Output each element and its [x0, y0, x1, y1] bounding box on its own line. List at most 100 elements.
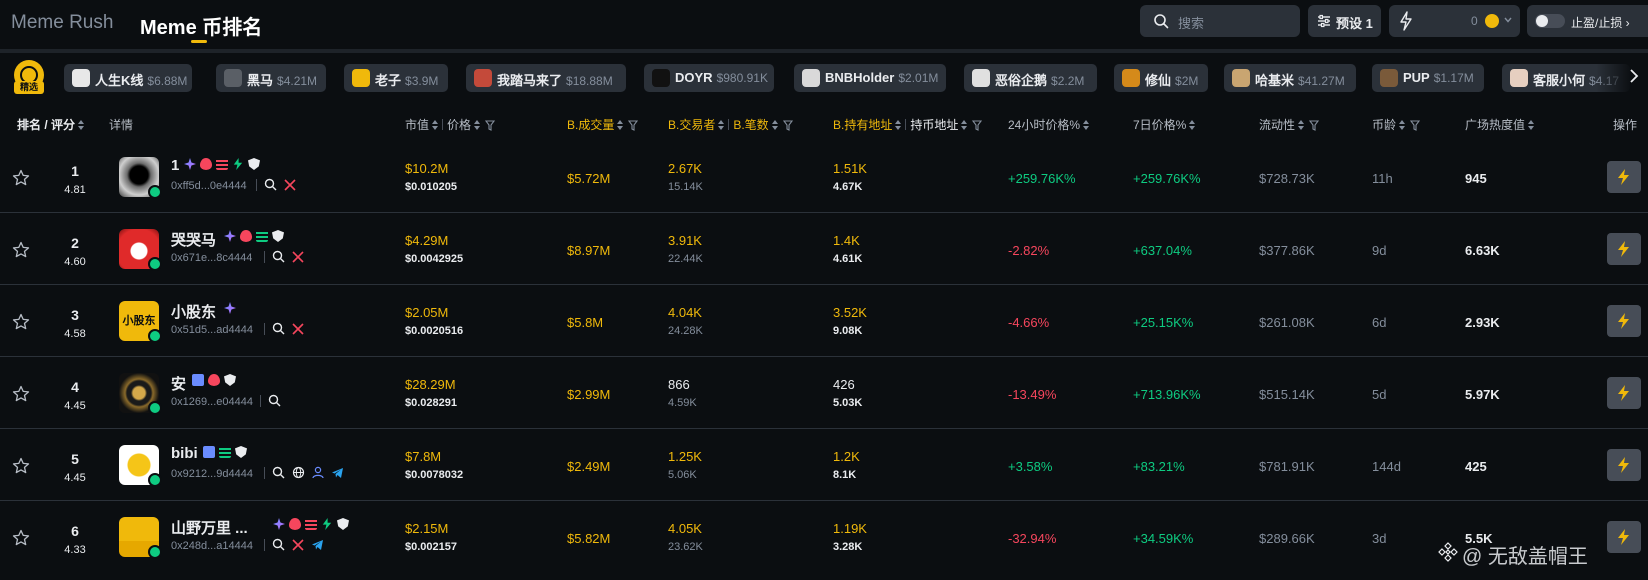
trending-chip[interactable]: 我踏马来了 $18.88M — [466, 64, 626, 92]
contract-address[interactable]: 0x51d5...ad4444 — [171, 324, 253, 336]
table-row[interactable]: 1 4.81 1 0xff5d...0e4444 $10.2M $0.01020… — [0, 141, 1648, 213]
search-icon[interactable] — [272, 322, 285, 335]
search-icon[interactable] — [272, 250, 285, 263]
quick-buy-button[interactable] — [1607, 305, 1641, 337]
chevron-right-icon[interactable] — [1628, 68, 1640, 84]
star-icon[interactable] — [12, 529, 30, 547]
table-row[interactable]: 5 4.45 bibi 0x9212...9d4444 $7.8M $0.007… — [0, 429, 1648, 501]
col-volume[interactable]: B.成交量 — [567, 116, 639, 133]
x-twitter-icon[interactable] — [292, 322, 304, 335]
sort-icon — [1528, 120, 1535, 130]
quick-buy-button[interactable] — [1607, 377, 1641, 409]
quick-buy-button[interactable] — [1607, 161, 1641, 193]
contract-address[interactable]: 0x248d...a14444 — [171, 540, 253, 552]
token-name[interactable]: 小股东 — [171, 301, 216, 322]
star-icon[interactable] — [12, 169, 30, 187]
col-mcap[interactable]: 市值 价格 — [405, 116, 496, 133]
watermark-text: @ 无敌盖帽王 — [1462, 546, 1588, 568]
contract-address[interactable]: 0xff5d...0e4444 — [171, 180, 247, 192]
trending-chip[interactable]: 恶俗企鹅 $2.2M — [964, 64, 1097, 92]
globe-icon[interactable] — [292, 466, 305, 479]
token-name[interactable]: 山野万里 ... — [171, 517, 248, 538]
quick-buy-button[interactable] — [1607, 521, 1641, 553]
search-input[interactable]: 搜索 — [1140, 5, 1300, 37]
rank-number: 6 — [71, 523, 79, 539]
filter-icon[interactable] — [1410, 120, 1421, 131]
trending-chip[interactable]: BNBHolder $2.01M — [794, 64, 946, 92]
star-icon[interactable] — [12, 457, 30, 475]
contract-address[interactable]: 0x671e...8c4444 — [171, 252, 252, 264]
featured-label: 精选 — [14, 81, 44, 94]
toggle-switch[interactable] — [1535, 14, 1565, 28]
token-name[interactable]: 哭哭马 — [171, 229, 216, 250]
active-tab-indicator — [191, 40, 207, 43]
col-change-24h[interactable]: 24小时价格% — [1008, 116, 1090, 133]
filter-icon[interactable] — [1309, 120, 1320, 131]
sparkle-icon — [224, 302, 236, 314]
trending-chip[interactable]: 老子 $3.9M — [344, 64, 448, 92]
x-twitter-icon[interactable] — [292, 250, 304, 263]
table-row[interactable]: 3 4.58 小股东 小股东 0x51d5...ad4444 $2.05M $0… — [0, 285, 1648, 357]
star-icon[interactable] — [12, 385, 30, 403]
strip-fade — [1596, 60, 1632, 98]
star-icon[interactable] — [12, 241, 30, 259]
preset-button[interactable]: 预设 1 — [1308, 5, 1381, 37]
header-divider — [0, 49, 1648, 53]
x-twitter-icon[interactable] — [292, 538, 304, 551]
table-row[interactable]: 4 4.45 安 0x1269...e04444 $28.29M $0.0282… — [0, 357, 1648, 429]
token-name[interactable]: bibi — [171, 445, 198, 462]
trending-name: PUP — [1403, 70, 1430, 85]
star-icon[interactable] — [12, 313, 30, 331]
col-traders[interactable]: B.交易者 B.笔数 — [668, 116, 793, 133]
col-rank[interactable]: 排名 / 评分 — [17, 116, 85, 133]
tp-sl-toggle[interactable]: 止盈/止损 › — [1527, 5, 1648, 37]
col-change-7d[interactable]: 7日价格% — [1133, 116, 1196, 133]
contract-address[interactable]: 0x1269...e04444 — [171, 396, 253, 408]
search-icon[interactable] — [272, 466, 285, 479]
trending-chip[interactable]: 人生K线 $6.88M — [64, 64, 192, 92]
col-liquidity[interactable]: 流动性 — [1259, 116, 1320, 133]
chain-badge-icon — [148, 473, 162, 487]
lightning-icon — [1618, 169, 1629, 185]
table-row[interactable]: 6 4.33 山野万里 ... 0x248d...a14444 $2.15M $… — [0, 501, 1648, 573]
token-badges — [273, 518, 349, 530]
contract-address[interactable]: 0x9212...9d4444 — [171, 468, 253, 480]
quick-buy-amount[interactable]: 0 — [1389, 5, 1520, 37]
search-icon[interactable] — [272, 538, 285, 551]
trending-mcap: $1.17M — [1433, 71, 1474, 85]
trending-chip[interactable]: 黑马 $4.21M — [216, 64, 326, 92]
token-name[interactable]: 1 — [171, 157, 179, 174]
quick-buy-button[interactable] — [1607, 449, 1641, 481]
heat-value: 425 — [1465, 459, 1487, 474]
trending-chip[interactable]: PUP $1.17M — [1372, 64, 1484, 92]
token-links — [260, 394, 281, 407]
filter-icon[interactable] — [485, 120, 496, 131]
col-age[interactable]: 币龄 — [1372, 116, 1421, 133]
telegram-icon[interactable] — [331, 467, 344, 479]
token-logo — [224, 69, 242, 87]
col-holders[interactable]: B.持有地址 持币地址 — [833, 116, 983, 133]
telegram-icon[interactable] — [311, 539, 324, 551]
quick-buy-button[interactable] — [1607, 233, 1641, 265]
trending-chip[interactable]: 修仙 $2M — [1114, 64, 1208, 92]
change-24h: -4.66% — [1008, 315, 1050, 330]
traders: 1.25K — [668, 449, 702, 464]
filter-icon[interactable] — [782, 120, 793, 131]
trending-chip[interactable]: 哈基米 $41.27M — [1224, 64, 1356, 92]
search-icon[interactable] — [268, 394, 281, 407]
token-logo — [1380, 69, 1398, 87]
search-placeholder: 搜索 — [1178, 16, 1205, 31]
table-row[interactable]: 2 4.60 哭哭马 0x671e...8c4444 $4.29M $0.004… — [0, 213, 1648, 285]
filter-icon[interactable] — [628, 120, 639, 131]
tab-meme-ranking[interactable]: Meme 币排名 — [140, 11, 262, 40]
col-heat[interactable]: 广场热度值 — [1465, 116, 1535, 133]
search-icon[interactable] — [264, 178, 277, 191]
x-twitter-icon[interactable] — [284, 178, 296, 191]
trending-chip[interactable]: DOYR $980.91K — [644, 64, 774, 92]
featured-badge[interactable]: 精选 — [14, 60, 44, 94]
tab-meme-rush[interactable]: Meme Rush — [11, 12, 113, 34]
token-name[interactable]: 安 — [171, 373, 186, 394]
market-cap: $28.29M — [405, 377, 456, 392]
filter-icon[interactable] — [972, 120, 983, 131]
user-icon[interactable] — [312, 466, 324, 479]
